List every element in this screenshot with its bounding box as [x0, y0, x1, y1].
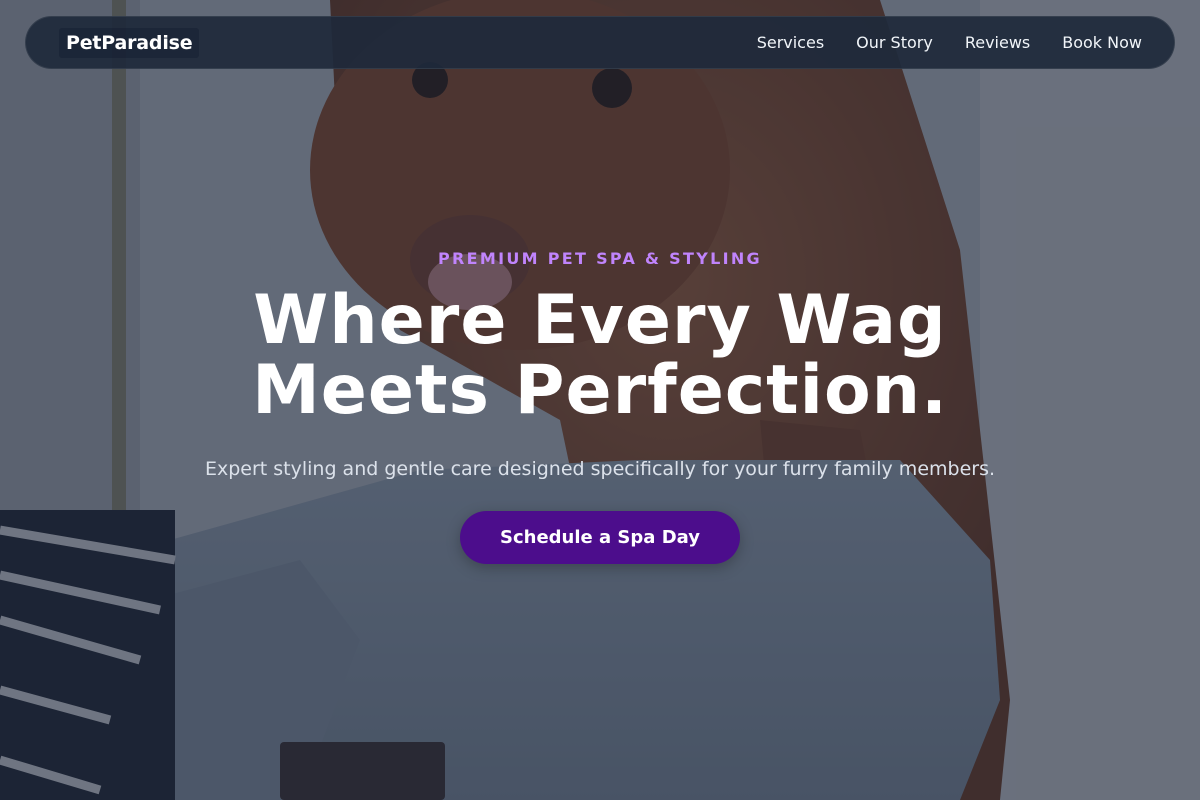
top-navigation-bar: PetParadise Services Our Story Reviews B… [25, 16, 1175, 69]
schedule-spa-day-button[interactable]: Schedule a Spa Day [460, 511, 740, 564]
hero-subtext: Expert styling and gentle care designed … [204, 458, 996, 480]
hero-headline-line-1: Where Every Wag [253, 281, 947, 360]
hero-section: PetParadise Services Our Story Reviews B… [0, 0, 1200, 800]
nav-link-our-story[interactable]: Our Story [856, 33, 933, 52]
hero-headline-line-2: Meets Perfection. [252, 351, 948, 430]
nav-link-book-now[interactable]: Book Now [1062, 33, 1142, 52]
nav-link-reviews[interactable]: Reviews [965, 33, 1030, 52]
nav-link-services[interactable]: Services [757, 33, 824, 52]
nav-links: Services Our Story Reviews Book Now [757, 33, 1142, 52]
brand-logo[interactable]: PetParadise [59, 27, 200, 58]
hero-headline: Where Every Wag Meets Perfection. [0, 286, 1200, 426]
hero-eyebrow: PREMIUM PET SPA & STYLING [438, 249, 762, 268]
